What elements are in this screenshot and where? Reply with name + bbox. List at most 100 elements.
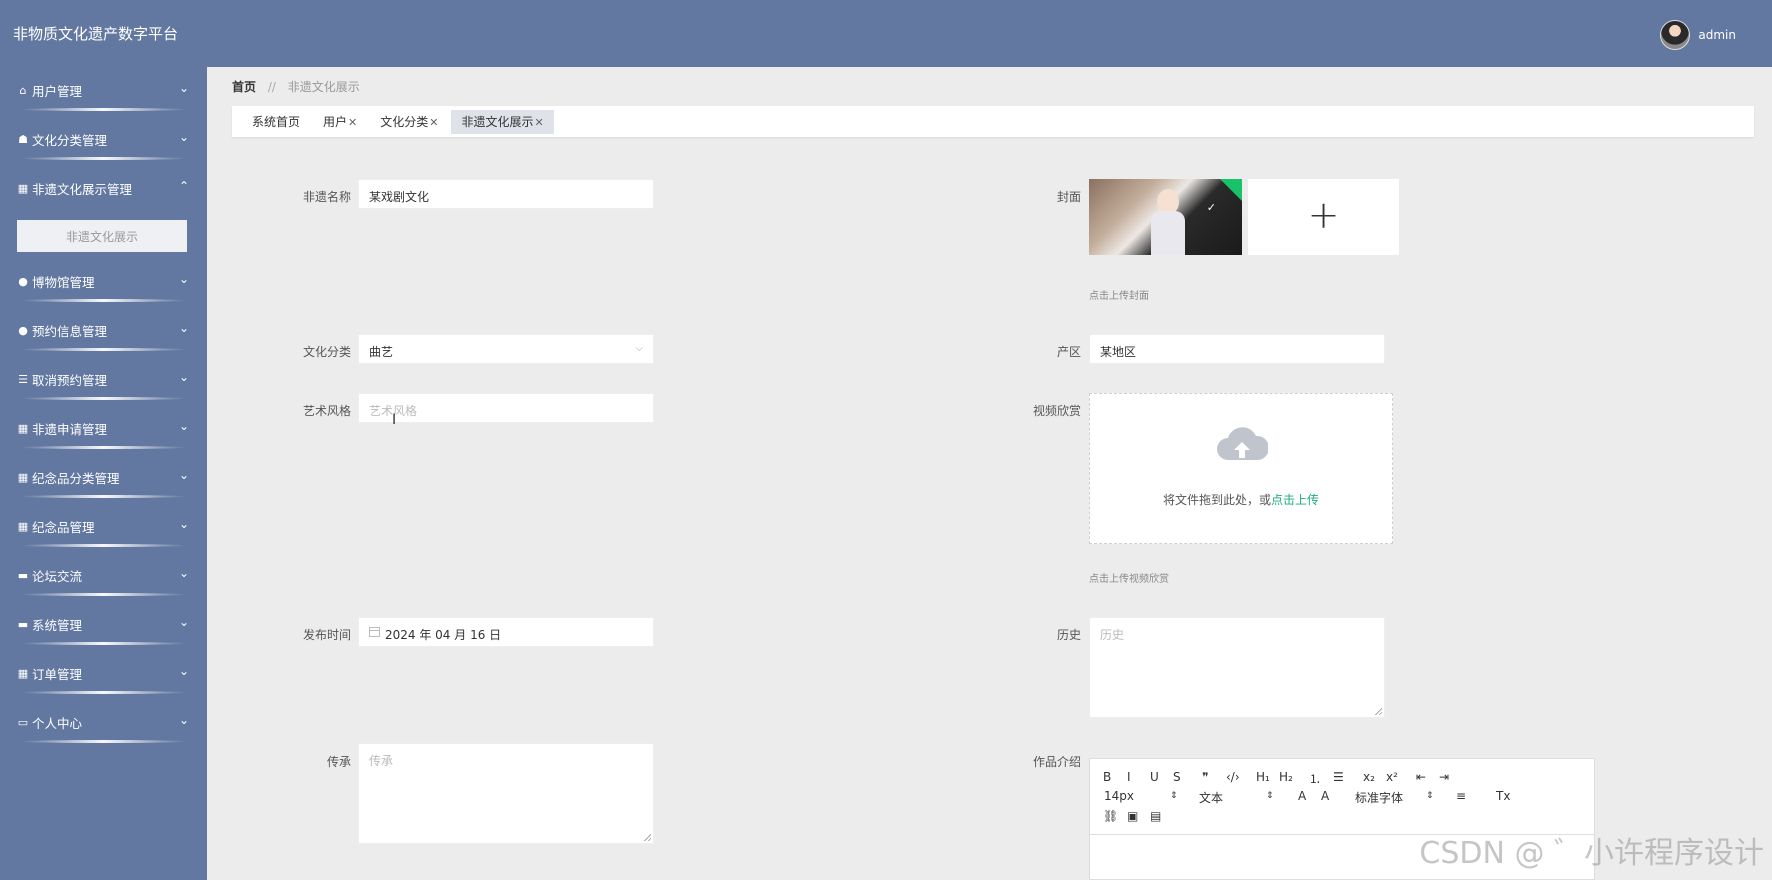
sidebar-item[interactable]: ▬ 系统管理 ⌄ (0, 601, 207, 650)
sidebar: ⌂ 用户管理 ⌄ ☗ 文化分类管理 ⌄ ▦ 非遗文化展示管理 ⌃ 非遗文化展示 ● 博物馆管理 ⌄ ● 预约… (0, 67, 207, 880)
menu-icon: ☗ (18, 133, 28, 146)
tab-label: 系统首页 (252, 114, 301, 129)
tab-label: 文化分类 (380, 114, 429, 129)
editor-tool-button[interactable]: ⇤ (1416, 770, 1426, 784)
cover-thumbnail[interactable]: ✓ (1089, 179, 1242, 255)
name-value: 某戏剧文化 (369, 190, 430, 204)
editor-tool-button[interactable]: H₂ (1279, 770, 1293, 784)
editor-tool-button[interactable]: H₁ (1256, 770, 1270, 784)
menu-icon: ☰ (18, 373, 28, 386)
tab[interactable]: 文化分类✕ (370, 110, 448, 134)
font-family-select[interactable]: 标准字体 (1355, 789, 1403, 806)
menu-separator (20, 108, 187, 111)
editor-tool-button[interactable]: ≡ (1456, 789, 1466, 803)
breadcrumb: 首页 // 非遗文化展示 (232, 78, 360, 95)
menu-separator (20, 299, 187, 302)
close-icon[interactable]: ✕ (429, 116, 438, 129)
editor-tool-button[interactable]: x² (1386, 770, 1398, 784)
username[interactable]: admin (1698, 28, 1736, 42)
sidebar-item-label: 个人中心 (32, 716, 83, 731)
sidebar-item-label: 文化分类管理 (32, 133, 108, 148)
editor-tool-button[interactable]: ⒈ (1309, 770, 1321, 787)
editor-tool-button[interactable]: ▤ (1150, 809, 1161, 823)
menu-separator (20, 397, 187, 400)
font-size-select[interactable]: 14px (1104, 789, 1134, 803)
sidebar-item[interactable]: ▬ 论坛交流 ⌄ (0, 552, 207, 601)
category-label: 文化分类 (302, 345, 351, 359)
sidebar-item[interactable]: ☰ 取消预约管理 ⌄ (0, 356, 207, 405)
tab[interactable]: 非遗文化展示✕ (451, 109, 554, 134)
click-upload-link[interactable]: 点击上传 (1271, 493, 1319, 507)
sidebar-item-label: 系统管理 (32, 618, 83, 633)
sidebar-item[interactable]: ▦ 纪念品管理 ⌄ (0, 503, 207, 552)
editor-tool-button[interactable]: x₂ (1363, 770, 1375, 784)
region-label: 产区 (1056, 345, 1081, 359)
sidebar-item-label: 用户管理 (32, 84, 83, 99)
video-label: 视频欣赏 (1032, 404, 1081, 418)
region-value: 某地区 (1100, 345, 1137, 359)
cover-add-button[interactable]: + (1248, 179, 1399, 255)
close-icon[interactable]: ✕ (348, 116, 357, 129)
sidebar-item-label: 非遗申请管理 (32, 422, 108, 437)
editor-tool-button[interactable]: ❞ (1202, 770, 1208, 784)
menu-separator (20, 495, 187, 498)
tab[interactable]: 系统首页 (242, 110, 310, 134)
region-input[interactable]: 某地区 (1089, 334, 1385, 364)
tab[interactable]: 用户✕ (313, 110, 367, 134)
resize-handle[interactable] (1374, 707, 1382, 715)
sidebar-item[interactable]: ▦ 纪念品分类管理 ⌄ (0, 454, 207, 503)
editor-tool-button[interactable]: S (1173, 770, 1181, 784)
editor-tool-button[interactable]: I (1127, 770, 1131, 784)
editor-tool-button[interactable]: A (1321, 789, 1329, 803)
editor-tool-button[interactable]: ‹/› (1226, 770, 1240, 784)
editor-tool-button[interactable]: B (1103, 770, 1111, 784)
sidebar-item[interactable]: ▦ 订单管理 ⌄ (0, 650, 207, 699)
history-textarea[interactable]: 历史 (1089, 617, 1385, 718)
date-value: 2024 年 04 月 16 日 (385, 628, 502, 642)
inherit-textarea[interactable]: 传承 (358, 743, 654, 844)
dropzone-text: 将文件拖到此处，或点击上传 (1090, 491, 1392, 508)
name-input[interactable]: 某戏剧文化 (358, 179, 654, 209)
menu-separator (20, 544, 187, 547)
editor-tool-button[interactable]: U (1150, 770, 1159, 784)
editor-tool-button[interactable]: ⇥ (1439, 770, 1449, 784)
chevron-down-icon: ⌄ (178, 321, 189, 335)
editor-tool-button[interactable]: ▣ (1127, 809, 1138, 823)
sidebar-item[interactable]: ▦ 非遗文化展示管理 ⌃ (0, 165, 207, 214)
date-picker[interactable]: 2024 年 04 月 16 日 (358, 617, 654, 647)
editor-tool-button[interactable]: ⛓ (1103, 809, 1118, 823)
breadcrumb-home[interactable]: 首页 (232, 80, 256, 94)
watermark: CSDN @ ゛小许程序设计 (1419, 836, 1764, 871)
sidebar-item[interactable]: ● 预约信息管理 ⌄ (0, 307, 207, 356)
resize-handle[interactable] (643, 833, 651, 841)
select-caret-icon: ⇕ (1266, 791, 1274, 801)
style-input[interactable]: 艺术风格 (358, 393, 654, 423)
close-icon[interactable]: ✕ (535, 116, 544, 129)
chevron-down-icon: ⌄ (178, 419, 189, 433)
chevron-down-icon: ⌄ (178, 615, 189, 629)
block-format-select[interactable]: 文本 (1199, 789, 1223, 806)
editor-tool-button[interactable]: ☰ (1333, 770, 1344, 784)
tab-label: 非遗文化展示 (461, 114, 534, 129)
name-label: 非遗名称 (302, 190, 351, 204)
intro-label: 作品介绍 (1032, 755, 1081, 769)
chevron-down-icon: ⌄ (178, 566, 189, 580)
category-select[interactable]: 曲艺 ⌵ (358, 334, 654, 364)
sidebar-item[interactable]: ▦ 非遗申请管理 ⌄ (0, 405, 207, 454)
video-dropzone[interactable]: 将文件拖到此处，或点击上传 (1089, 393, 1393, 544)
sidebar-item[interactable]: ● 博物馆管理 ⌄ (0, 258, 207, 307)
sidebar-item[interactable]: ⌂ 用户管理 ⌄ (0, 67, 207, 116)
style-label: 艺术风格 (302, 404, 351, 418)
sidebar-item[interactable]: ☗ 文化分类管理 ⌄ (0, 116, 207, 165)
chevron-down-icon: ⌵ (635, 343, 643, 354)
check-icon: ✓ (1206, 201, 1216, 214)
menu-icon: ▦ (17, 667, 29, 680)
sidebar-item[interactable]: ▭ 个人中心 ⌄ (0, 699, 207, 748)
sidebar-subitem[interactable]: 非遗文化展示 (17, 220, 187, 252)
user-menu[interactable]: admin (1660, 20, 1736, 50)
cover-label: 封面 (1056, 190, 1081, 204)
editor-tool-button[interactable]: A (1298, 789, 1306, 803)
chevron-down-icon: ⌄ (178, 81, 189, 95)
editor-tool-button[interactable]: Tx (1496, 789, 1510, 803)
avatar[interactable] (1660, 20, 1691, 50)
